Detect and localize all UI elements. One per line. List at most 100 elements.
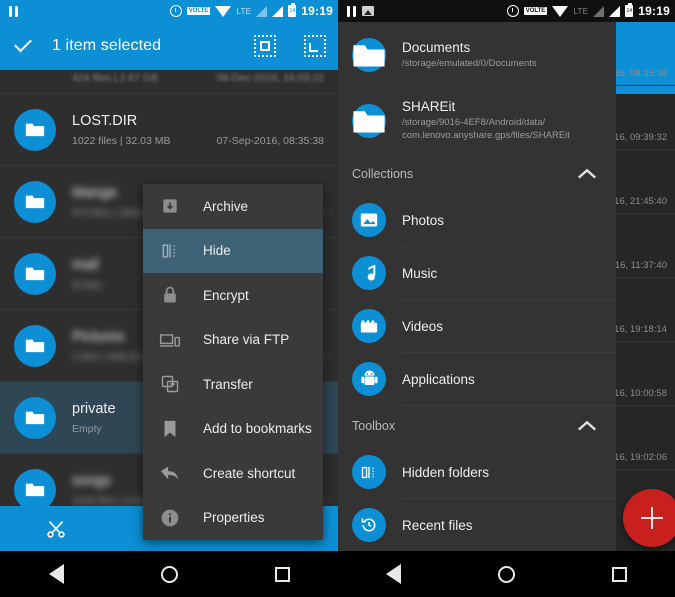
volte-icon: VOLTE [523, 7, 548, 15]
recents-square-icon[interactable] [611, 566, 627, 582]
file-size-count: 1022 files | 32.03 MB [72, 134, 171, 147]
file-date: 16, 19:18:14 [614, 324, 667, 335]
chevron-up-icon[interactable] [576, 419, 598, 433]
chevron-up-icon[interactable] [576, 167, 598, 181]
clock-time: 19:19 [301, 4, 333, 18]
signal-icon [272, 5, 284, 17]
pause-icon [346, 5, 357, 17]
signal-icon [256, 5, 268, 17]
menu-item-label: Share via FTP [203, 332, 290, 348]
drawer-item-documents[interactable]: Documents/storage/emulated/0/Documents [338, 22, 616, 88]
menu-item-hide[interactable]: Hide [143, 228, 323, 273]
file-date: 16, 19:02:06 [614, 452, 667, 463]
selection-count-title: 1 item selected [52, 37, 162, 54]
drawer-item-label: Hidden folders [402, 464, 490, 480]
selection-app-bar: 1 item selected [0, 22, 338, 70]
folder-icon [352, 104, 386, 138]
drawer-item-label: Photos [402, 212, 445, 228]
appbar-actions [254, 35, 326, 57]
back-triangle-icon[interactable] [48, 564, 64, 584]
file-size-count: Empty [72, 278, 102, 291]
invert-selection-icon[interactable] [304, 35, 326, 57]
signal-icon [609, 5, 621, 17]
drawer-item-shareit[interactable]: SHAREit/storage/9016-4EF8/Android/data/c… [338, 88, 616, 154]
menu-item-add-to-bookmarks[interactable]: Add to bookmarks [143, 407, 323, 452]
folder-icon [14, 324, 56, 367]
left-phone-screen: VOLTE LTE 14 19:19 1 item selected 424 f… [0, 0, 338, 597]
file-date: 16, 09:39:32 [614, 132, 667, 143]
back-triangle-icon[interactable] [386, 564, 402, 584]
battery-icon: 14 [288, 3, 297, 17]
file-date: 16, 11:37:40 [614, 260, 667, 271]
transfer-icon [159, 373, 181, 395]
home-circle-icon[interactable] [497, 565, 515, 583]
menu-item-label: Properties [203, 510, 265, 526]
recents-square-icon[interactable] [274, 566, 290, 582]
folder-icon [14, 468, 56, 511]
menu-item-transfer[interactable]: Transfer [143, 362, 323, 407]
dual-screenshot: VOLTE LTE 14 19:19 1 item selected 424 f… [0, 0, 675, 597]
menu-item-share-via-ftp[interactable]: Share via FTP [143, 318, 323, 363]
volte-icon: VOLTE [186, 7, 211, 15]
shortcut-arrow-icon [159, 462, 181, 484]
menu-item-create-shortcut[interactable]: Create shortcut [143, 451, 323, 496]
status-left-icons [8, 5, 19, 17]
menu-item-archive[interactable]: Archive [143, 184, 323, 229]
drawer-item-applications[interactable]: Applications [338, 353, 616, 405]
menu-item-label: Transfer [203, 376, 253, 392]
status-right-icons: VOLTE LTE 14 19:19 [506, 3, 670, 18]
context-menu[interactable]: Archive Hide Encrypt Share via FTP Transfer A… [143, 184, 323, 540]
photo-icon [352, 203, 386, 237]
drawer-item-videos[interactable]: Videos [338, 300, 616, 352]
row-text: 424 files | 2.67 GB 08-Dec-2016, 16:03:22 [14, 72, 324, 84]
hidden-folders-icon [352, 455, 386, 489]
drawer-item-hidden-folders[interactable]: Hidden folders [338, 446, 616, 498]
bookmark-icon [159, 418, 181, 440]
menu-item-encrypt[interactable]: Encrypt [143, 273, 323, 318]
alarm-icon [506, 5, 519, 17]
lte-icon: LTE [236, 6, 252, 16]
drawer-item-text: SHAREit/storage/9016-4EF8/Android/data/c… [402, 99, 570, 143]
file-name: LOST.DIR [72, 112, 138, 129]
file-date: 08-Dec-2016, 16:03:22 [216, 72, 324, 84]
pause-icon [8, 5, 19, 17]
status-right-icons: VOLTE LTE 14 19:19 [169, 3, 333, 18]
hide-icon [159, 240, 181, 262]
drawer-item-recent-files[interactable]: Recent files [338, 499, 616, 551]
right-status-bar: VOLTE LTE 14 19:19 [338, 0, 675, 22]
select-all-icon[interactable] [254, 35, 276, 57]
folder-icon [14, 396, 56, 439]
alarm-icon [169, 5, 182, 17]
share-ftp-icon [159, 329, 181, 351]
menu-item-label: Archive [203, 198, 249, 214]
drawer-item-text: Documents/storage/emulated/0/Documents [402, 40, 537, 71]
table-row[interactable]: LOST.DIR 1022 files | 32.03 MB 07-Sep-2016… [0, 94, 338, 166]
drawer-item-label: Documents [402, 39, 471, 55]
drawer-item-photos[interactable]: Photos [338, 194, 616, 246]
drawer-item-label: Applications [402, 371, 475, 387]
add-fab-button[interactable] [623, 489, 675, 547]
menu-item-properties[interactable]: Properties [143, 496, 323, 541]
archive-icon [159, 195, 181, 217]
drawer-item-label: Videos [402, 318, 444, 334]
file-date: 16, 21:45:40 [614, 196, 667, 207]
clock-time: 19:19 [638, 4, 670, 18]
navigation-drawer[interactable]: Documents/storage/emulated/0/Documents SH… [338, 22, 616, 551]
toolbox-section-header[interactable]: Toolbox [338, 406, 616, 446]
section-label: Collections [352, 167, 414, 181]
folder-icon [14, 108, 56, 151]
menu-item-label: Hide [203, 243, 231, 259]
table-row[interactable]: 424 files | 2.67 GB 08-Dec-2016, 16:03:22 [0, 70, 338, 94]
home-circle-icon[interactable] [160, 565, 178, 583]
drawer-item-music[interactable]: Music [338, 247, 616, 299]
video-clapper-icon [352, 309, 386, 343]
menu-item-label: Add to bookmarks [203, 421, 312, 437]
lte-icon: LTE [573, 6, 589, 16]
image-icon [362, 6, 374, 16]
left-nav-bar [0, 551, 338, 597]
cut-button[interactable] [0, 518, 113, 540]
checkmark-icon[interactable] [12, 35, 34, 57]
collections-section-header[interactable]: Collections [338, 154, 616, 194]
file-date: 07-Sep-2016, 08:35:38 [216, 134, 324, 147]
section-label: Toolbox [352, 419, 396, 433]
